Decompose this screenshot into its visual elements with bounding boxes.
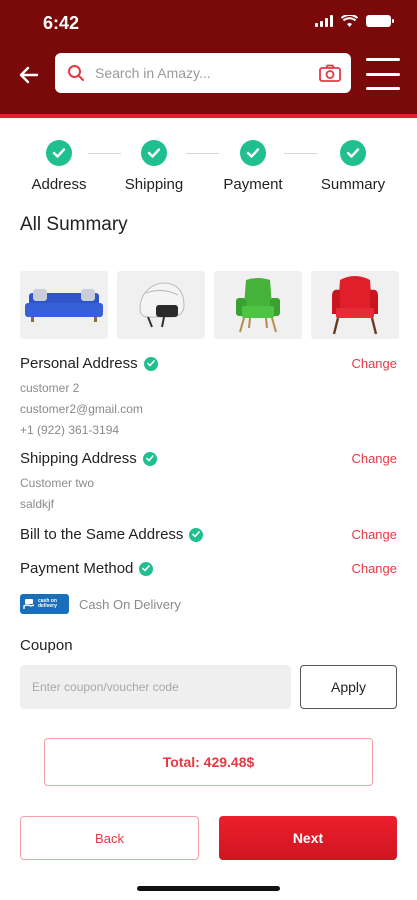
- next-button[interactable]: Next: [219, 816, 397, 860]
- product-image-green-armchair[interactable]: [214, 271, 302, 339]
- cash-on-delivery-logo: cash on delivery: [20, 594, 69, 614]
- signal-icon: [315, 15, 333, 27]
- verified-check-icon: [142, 451, 157, 466]
- shipping-address-section: Shipping Address Change Customer two sal…: [20, 450, 397, 511]
- billing-title: Bill to the Same Address: [20, 526, 184, 543]
- wifi-icon: [341, 15, 358, 27]
- coupon-input[interactable]: [20, 665, 291, 709]
- app-header: 6:42: [0, 0, 417, 118]
- battery-icon: [366, 15, 394, 27]
- camera-icon[interactable]: [319, 64, 341, 82]
- change-shipping-address-link[interactable]: Change: [351, 451, 397, 466]
- cod-logo-text: delivery: [38, 603, 57, 609]
- customer-email: customer2@gmail.com: [20, 402, 143, 416]
- apply-coupon-button[interactable]: Apply: [300, 665, 397, 709]
- status-icons: [315, 15, 394, 27]
- search-bar[interactable]: [55, 53, 351, 93]
- page-title: All Summary: [20, 214, 128, 235]
- search-icon: [68, 65, 84, 81]
- personal-address-section: Personal Address Change customer 2 custo…: [20, 355, 397, 437]
- change-payment-method-link[interactable]: Change: [351, 561, 397, 576]
- verified-check-icon: [143, 356, 158, 371]
- change-personal-address-link[interactable]: Change: [351, 356, 397, 371]
- step-label: Address: [31, 176, 87, 193]
- check-icon: [240, 140, 266, 166]
- step-payment[interactable]: Payment: [203, 140, 303, 193]
- product-thumbnails[interactable]: [20, 271, 417, 339]
- product-image-helmet[interactable]: [117, 271, 205, 339]
- payment-method-value: Cash On Delivery: [79, 597, 181, 612]
- menu-bar: [366, 72, 400, 76]
- customer-name: customer 2: [20, 381, 80, 395]
- step-label: Shipping: [124, 176, 184, 193]
- menu-bar: [366, 87, 400, 90]
- home-indicator[interactable]: [137, 886, 280, 891]
- verified-check-icon: [189, 527, 204, 542]
- coupon-title: Coupon: [20, 637, 73, 654]
- menu-button[interactable]: [366, 58, 400, 90]
- check-icon: [46, 140, 72, 166]
- shipping-name: Customer two: [20, 476, 95, 490]
- checkout-stepper: Address Shipping Payment Summary: [0, 140, 417, 200]
- shipping-address-line: saldkjf: [20, 497, 55, 511]
- back-button[interactable]: Back: [20, 816, 199, 860]
- check-icon: [141, 140, 167, 166]
- billing-section: Bill to the Same Address Change: [20, 526, 397, 543]
- back-arrow-button[interactable]: [16, 62, 42, 88]
- verified-check-icon: [139, 561, 154, 576]
- step-shipping[interactable]: Shipping: [104, 140, 204, 193]
- payment-method-section: Payment Method Change: [20, 560, 397, 577]
- order-total: Total: 429.48$: [44, 738, 373, 786]
- arrow-left-icon: [19, 66, 39, 84]
- change-billing-link[interactable]: Change: [351, 527, 397, 542]
- product-image-sofa[interactable]: [20, 271, 108, 339]
- menu-bar: [366, 58, 400, 61]
- hand-cash-icon: [23, 599, 35, 609]
- status-time: 6:42: [43, 13, 80, 33]
- step-summary[interactable]: Summary: [303, 140, 403, 193]
- customer-phone: +1 (922) 361-3194: [20, 423, 120, 437]
- check-icon: [340, 140, 366, 166]
- personal-address-title: Personal Address: [20, 355, 138, 372]
- shipping-address-title: Shipping Address: [20, 450, 137, 467]
- product-image-red-armchair[interactable]: [311, 271, 399, 339]
- step-label: Payment: [223, 176, 283, 193]
- step-label: Summary: [320, 176, 386, 193]
- step-address[interactable]: Address: [9, 140, 109, 193]
- payment-method-title: Payment Method: [20, 560, 134, 577]
- search-input[interactable]: [95, 65, 319, 81]
